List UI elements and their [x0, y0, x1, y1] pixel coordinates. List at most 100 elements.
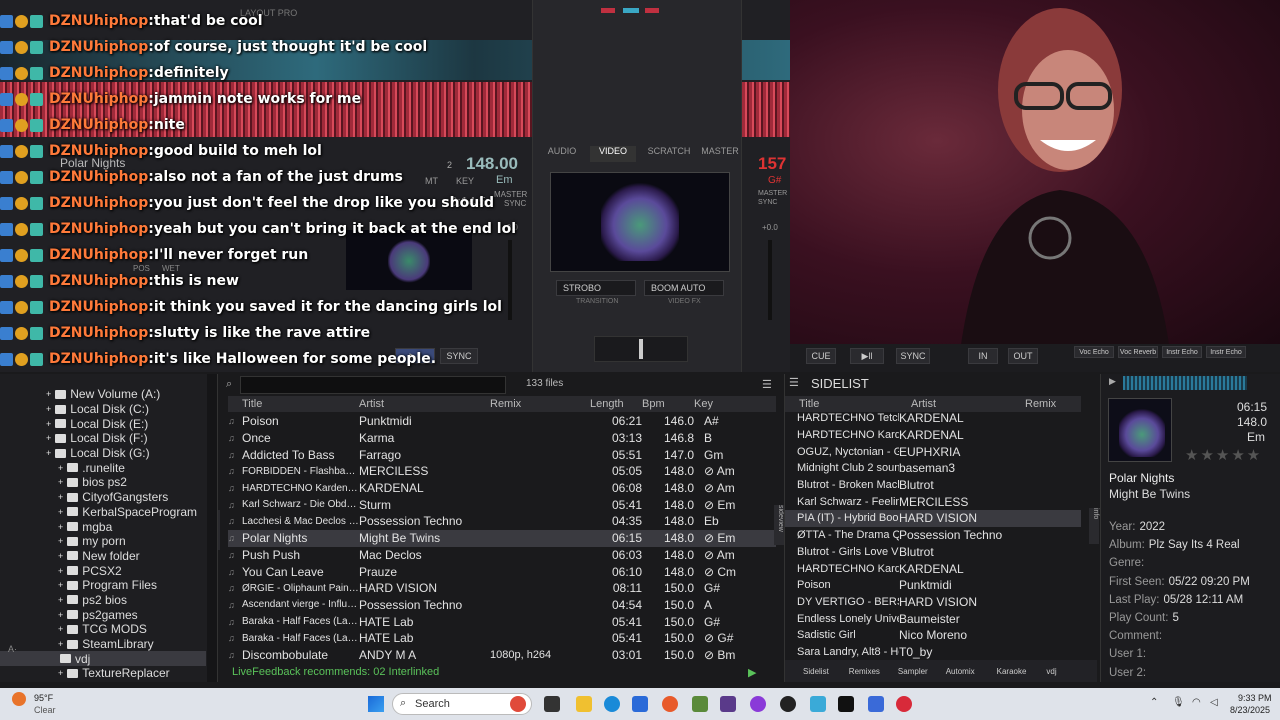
file-search-input[interactable]	[240, 376, 506, 394]
sidelist-row[interactable]: PIA (IT) - Hybrid Boom [NO MER...HARD VI…	[785, 510, 1081, 527]
deck-b-master[interactable]: MASTER	[758, 190, 787, 197]
expand-icon[interactable]: +	[58, 668, 63, 678]
sidelist-row[interactable]: Sara Landry, Alt8 - HeavenT0_by	[785, 644, 1081, 661]
minecraft-icon[interactable]	[692, 696, 708, 712]
sidelist-col-artist[interactable]: Artist	[911, 398, 1025, 410]
info-field[interactable]: Album: Plz Say Its 4 Real	[1101, 536, 1280, 554]
video-fx-select[interactable]: BOOM AUTO	[644, 280, 724, 296]
app-icon-4[interactable]	[868, 696, 884, 712]
sidelist-row[interactable]: Karl Schwarz - Feeling of LoveMERCILESS	[785, 493, 1081, 510]
expand-icon[interactable]: +	[46, 433, 51, 443]
sidelist-row[interactable]: ØTTA - The Drama Queen [P...Possession T…	[785, 527, 1081, 544]
folder-item[interactable]: + Program Files	[0, 578, 206, 593]
file-row[interactable]: ♫ Baraka - Half Faces (Lacchesi Re...HATE…	[228, 630, 776, 647]
folder-item[interactable]: + SteamLibrary	[0, 637, 206, 652]
folder-item[interactable]: vdj	[0, 651, 206, 667]
expand-icon[interactable]: +	[58, 522, 63, 532]
fx-slot-2[interactable]: Voc Reverb	[1118, 346, 1158, 358]
rating-stars[interactable]: ★★★★★	[1185, 446, 1262, 464]
tab-audio[interactable]: AUDIO	[540, 146, 584, 162]
expand-icon[interactable]: +	[58, 580, 63, 590]
folder-item[interactable]: + PCSX2	[0, 563, 206, 578]
firefox-icon[interactable]	[662, 696, 678, 712]
col-title[interactable]: Title	[228, 398, 359, 410]
file-row[interactable]: ♫ Once Karma 03:13 146.8 B	[228, 430, 776, 447]
folder-item[interactable]: + ps2games	[0, 607, 206, 622]
sidelist-row[interactable]: Endless Lonely UniverseBaumeister	[785, 610, 1081, 627]
deck-b-play-button[interactable]: ▶ll	[850, 348, 884, 364]
file-row[interactable]: ♫ Karl Schwarz - Die ObduktionSturm 05:41 1…	[228, 496, 776, 513]
folder-scrollbar[interactable]	[207, 374, 217, 682]
folder-item[interactable]: + TextureReplacer	[0, 666, 206, 681]
file-row[interactable]: ♫ FORBIDDEN - Flashbang Dance [...MERCILE…	[228, 463, 776, 480]
info-field[interactable]: Play Count: 5	[1101, 609, 1280, 627]
expand-icon[interactable]: +	[58, 536, 63, 546]
mic-icon[interactable]: 🎙	[1172, 697, 1185, 708]
expand-icon[interactable]: +	[58, 551, 63, 561]
info-field-value[interactable]: 5	[1172, 612, 1178, 624]
folder-item[interactable]: + New Volume (A:)	[0, 387, 206, 402]
fx-slot-4[interactable]: Instr Echo	[1206, 346, 1246, 358]
sidelist-row[interactable]: HARDTECHNO Kardenal - Ta...KARDENAL	[785, 560, 1081, 577]
file-row[interactable]: ♫ Lacchesi & Mac Declos - Give It To...Po…	[228, 513, 776, 530]
expand-icon[interactable]: +	[58, 595, 63, 605]
tab-sidelist[interactable]: Sidelist	[803, 667, 829, 676]
weather-desc[interactable]: Clear	[34, 705, 56, 715]
file-row[interactable]: ♫ Addicted To Bass Farrago 05:51 147.0 Gm	[228, 446, 776, 463]
folder-item[interactable]: + mgba	[0, 519, 206, 534]
app-icon-3[interactable]	[838, 696, 854, 712]
file-row[interactable]: ♫ You Can Leave Prauze 06:10 148.0 ⊘ Cm	[228, 563, 776, 580]
expand-icon[interactable]: +	[46, 404, 51, 414]
folder-item[interactable]: + ps2 bios	[0, 593, 206, 608]
info-field[interactable]: Year: 2022	[1101, 518, 1280, 536]
transition-select[interactable]: STROBO	[556, 280, 636, 296]
sidelist-col-title[interactable]: Title	[785, 398, 911, 410]
folder-item[interactable]: + bios ps2	[0, 475, 206, 490]
crossfader-handle[interactable]	[639, 339, 643, 359]
file-row[interactable]: ♫ Discombobulate ANDY M A 1080p, h264 03:01 1…	[228, 647, 776, 664]
deck-b-sync-button[interactable]: SYNC	[896, 348, 930, 364]
folder-item[interactable]: + CityofGangsters	[0, 490, 206, 505]
weather-temp[interactable]: 95°F	[34, 693, 53, 703]
col-length[interactable]: Length	[590, 398, 642, 410]
tab-automix[interactable]: Automix	[946, 667, 975, 676]
list-view-icon[interactable]: ☰	[762, 378, 772, 391]
folder-item[interactable]: + Local Disk (F:)	[0, 431, 206, 446]
info-field[interactable]: Last Play: 05/28 12:11 AM	[1101, 591, 1280, 609]
expand-icon[interactable]: +	[58, 624, 63, 634]
expand-icon[interactable]: +	[46, 389, 51, 399]
recommend-bar[interactable]: LiveFeedback recommends: 02 Interlinked	[232, 666, 439, 678]
sidelist-row[interactable]: DY VERTIGO - BERSERK [T...HARD VISION	[785, 594, 1081, 611]
folder-item[interactable]: + .runelite	[0, 460, 206, 475]
folder-item[interactable]: + my porn	[0, 534, 206, 549]
deck-b-sync-label[interactable]: SYNC	[758, 199, 777, 206]
file-row[interactable]: ♫ Baraka - Half Faces (Lacchesi Re...HATE…	[228, 613, 776, 630]
file-row[interactable]: ♫ Push Push Mac Declos 06:03 148.0 ⊘ Am	[228, 547, 776, 564]
fx-slot-3[interactable]: Instr Echo	[1162, 346, 1202, 358]
steam-icon[interactable]	[780, 696, 796, 712]
sideview-side-tab[interactable]: sideview	[774, 505, 784, 545]
sidelist-row[interactable]: Blutrot - Girls Love Violence [...Blutro…	[785, 544, 1081, 561]
tab-vdj[interactable]: vdj	[1046, 667, 1056, 676]
task-view-icon[interactable]	[544, 696, 560, 712]
info-field[interactable]: User 1:	[1101, 645, 1280, 663]
play-icon[interactable]: ▶	[748, 666, 756, 679]
folder-item[interactable]: + Local Disk (G:)	[0, 446, 206, 461]
folder-item[interactable]: + Local Disk (C:)	[0, 402, 206, 417]
virtualdj-icon[interactable]	[896, 696, 912, 712]
expand-icon[interactable]: +	[58, 492, 63, 502]
file-explorer-icon[interactable]	[576, 696, 592, 712]
file-row[interactable]: ♫ Polar Nights Might Be Twins 06:15 148.0 ⊘ E…	[228, 529, 776, 547]
sidelist-row[interactable]: Blutrot - Broken Machine (har...Blutrot	[785, 477, 1081, 494]
info-play-icon[interactable]: ▶	[1109, 376, 1116, 387]
file-row[interactable]: ♫ Poison Punktmidi 06:21 146.0 A#	[228, 413, 776, 430]
expand-icon[interactable]: +	[58, 477, 63, 487]
expand-icon[interactable]: +	[58, 463, 63, 473]
sidelist-row[interactable]: OGUZ, Nyctonian - GOLDEN...EUPHXRIA	[785, 443, 1081, 460]
info-field-value[interactable]: Plz Say Its 4 Real	[1149, 539, 1240, 551]
volume-icon[interactable]: ◁	[1210, 697, 1218, 708]
deck-b-out-button[interactable]: OUT	[1008, 348, 1038, 364]
sidelist-row[interactable]: HARDTECHNO Tetchko - De...KARDENAL	[785, 410, 1081, 427]
tab-scratch[interactable]: SCRATCH	[644, 146, 694, 162]
tab-master[interactable]: MASTER	[698, 146, 742, 162]
